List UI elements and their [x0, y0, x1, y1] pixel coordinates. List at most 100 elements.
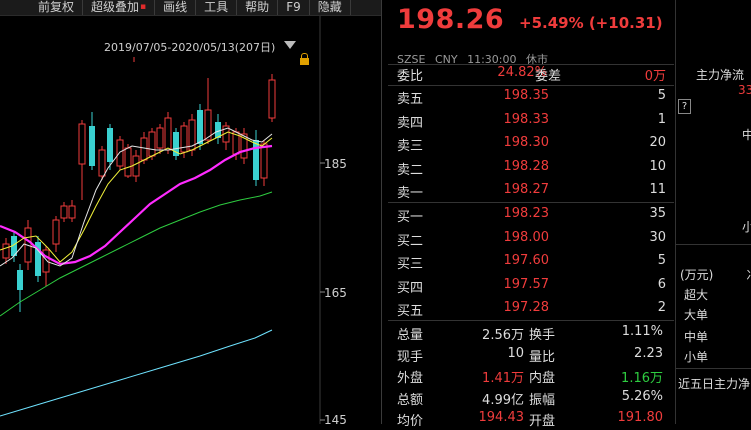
stats-row: 总量 2.56万 换手 1.11%	[397, 324, 671, 344]
stat-label-2: 量比	[529, 349, 556, 365]
candle-body	[89, 126, 95, 166]
stats-row: 均价 194.43 开盘 191.80	[397, 410, 671, 430]
bids-price: 197.28	[503, 300, 550, 315]
candle-body	[124, 147, 132, 177]
asks-level-label: 卖二	[397, 162, 424, 178]
candle-body	[2, 243, 10, 259]
bids-row[interactable]: 买二 198.00 30	[397, 230, 671, 250]
bids-level-label: 买二	[397, 233, 424, 249]
stat-value-2: 1.11%	[621, 324, 663, 339]
stat-value-1: 194.43	[478, 410, 525, 425]
toolbar-super-overlay-label: 超级叠加	[91, 0, 140, 14]
capital-flow-value: 333	[738, 83, 751, 97]
toolbar-help[interactable]: 帮助	[237, 0, 279, 15]
range-dropdown-arrow-icon[interactable]	[284, 41, 296, 49]
stat-value-1: 2.56万	[482, 328, 524, 343]
divider	[388, 202, 674, 203]
commission-ratio-row: 委比 24.82% 委差 0万	[397, 65, 671, 85]
commission-ratio-label: 委比	[397, 69, 424, 84]
asks-row[interactable]: 卖四 198.33 1	[397, 112, 671, 132]
stat-label-1: 总额	[397, 392, 424, 408]
asks-volume: 5	[657, 88, 666, 103]
candle-body	[52, 219, 60, 245]
asks-row[interactable]: 卖三 198.30 20	[397, 135, 671, 155]
bids-price: 197.60	[503, 253, 550, 268]
asks-row[interactable]: 卖五 198.35 5	[397, 88, 671, 108]
candle-body	[260, 143, 268, 179]
stat-value-1: 10	[507, 345, 524, 361]
unit-label: (万元)	[680, 268, 714, 282]
asks-price: 198.35	[503, 88, 550, 103]
panel-divider	[381, 0, 382, 424]
candle-body	[148, 131, 156, 157]
bids-level-label: 买一	[397, 210, 424, 225]
bids-volume: 2	[657, 300, 666, 315]
capital-flow-panel: 主力净流 333 ? 中 小 (万元) 冫 超大 大单 中单 小单 近五日主力净	[675, 0, 751, 424]
asks-volume: 1	[657, 111, 666, 127]
kline-chart[interactable]: 185 165 145 2019/07/05-2020/05/13(207日)	[0, 16, 382, 427]
asks-volume: 20	[649, 135, 666, 150]
bids-row[interactable]: 买五 197.28 2	[397, 300, 671, 320]
price-change: +5.49% (+10.31)	[519, 14, 663, 32]
toolbar-draw-line[interactable]: 画线	[155, 0, 197, 15]
asks-level-label: 卖一	[397, 186, 424, 201]
bids-row[interactable]: 买三 197.60 5	[397, 253, 671, 273]
bids-row[interactable]: 买一 198.23 35	[397, 206, 671, 226]
candle-body	[268, 79, 276, 119]
y-tick-145: 145	[324, 413, 347, 424]
candle-body	[98, 149, 106, 177]
bids-level-label: 买三	[397, 257, 424, 272]
toolbar-hide[interactable]: 隐藏	[310, 0, 351, 15]
asks-row[interactable]: 卖一 198.27 11	[397, 182, 671, 202]
help-icon[interactable]: ?	[678, 99, 691, 114]
candle-body	[42, 249, 50, 273]
toolbar-tools[interactable]: 工具	[196, 0, 238, 15]
stat-label-1: 均价	[397, 414, 424, 429]
bids-row[interactable]: 买四 197.57 6	[397, 277, 671, 297]
candle-body	[164, 117, 172, 151]
ma-cyan-line	[0, 329, 273, 417]
candle-body	[60, 205, 68, 219]
stat-value-1: 1.41万	[482, 371, 524, 386]
bids-volume: 6	[657, 276, 666, 292]
stat-label-2: 开盘	[529, 414, 556, 429]
stats-row: 总额 4.99亿 振幅 5.26%	[397, 389, 671, 409]
bids-price: 198.00	[503, 229, 550, 245]
flow-row-medium: 中单	[684, 330, 709, 344]
stat-value-2: 5.26%	[621, 388, 663, 404]
asks-level-label: 卖四	[397, 115, 424, 131]
candle-body	[107, 128, 113, 162]
last-price: 198.26	[397, 4, 505, 35]
bids-volume: 5	[657, 253, 666, 268]
five-day-flow-label: 近五日主力净	[678, 377, 751, 391]
stat-value-2: 1.16万	[621, 371, 663, 386]
stat-label-2: 换手	[529, 328, 556, 343]
candles	[2, 74, 276, 312]
stat-label-2: 内盘	[529, 371, 556, 386]
commission-diff-value: 0万	[644, 69, 666, 84]
asks-price: 198.33	[503, 111, 550, 127]
asks-price: 198.27	[503, 182, 550, 197]
toolbar-forward-adjust[interactable]: 前复权	[0, 0, 84, 15]
date-range-label: 2019/07/05-2020/05/13(207日)	[104, 41, 276, 54]
bids-level-label: 买四	[397, 280, 424, 296]
asks-volume: 11	[649, 182, 666, 197]
toolbar-f9[interactable]: F9	[278, 0, 310, 15]
stat-label-2: 振幅	[529, 392, 556, 408]
stats-row: 现手 10 量比 2.23	[397, 346, 671, 366]
stat-label-1: 外盘	[397, 371, 424, 386]
toolbar-super-overlay[interactable]: 超级叠加▪	[83, 0, 156, 15]
bids-level-label: 买五	[397, 304, 424, 319]
commission-diff-label: 委差	[535, 69, 562, 84]
capital-flow-title: 主力净流	[696, 68, 745, 82]
flow-row-large: 大单	[684, 308, 709, 322]
stat-label-1: 现手	[397, 349, 424, 365]
bids-price: 198.23	[503, 206, 550, 221]
candle-body	[156, 127, 164, 149]
lock-icon[interactable]	[300, 53, 309, 65]
asks-row[interactable]: 卖二 198.28 10	[397, 159, 671, 179]
asks-volume: 10	[649, 158, 666, 174]
candle-body	[78, 123, 86, 165]
stat-value-1: 4.99亿	[482, 392, 524, 408]
y-tick-165: 165	[324, 286, 347, 300]
